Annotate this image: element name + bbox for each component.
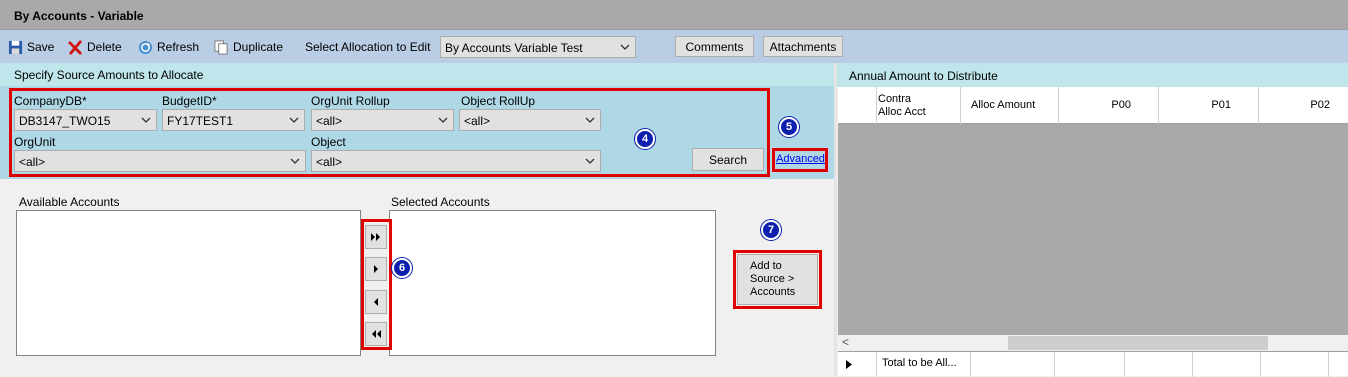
- source-amounts-title: Specify Source Amounts to Allocate: [14, 68, 204, 82]
- window-titlebar: By Accounts - Variable: [0, 0, 1348, 30]
- step-badge-6: 6: [392, 258, 412, 278]
- scroll-left-arrow-icon[interactable]: <: [842, 335, 849, 349]
- duplicate-label: Duplicate: [233, 40, 284, 54]
- total-to-be-allocated-cell: Total to be All...: [876, 352, 970, 377]
- footer-cell: [1260, 352, 1328, 377]
- allocation-select[interactable]: By Accounts Variable Test: [440, 36, 636, 58]
- toolbar: Save Delete Refresh Duplicate Select All…: [0, 30, 1348, 63]
- distribution-grid-header: Contra Alloc Acct Alloc Amount P00 P01 P…: [838, 87, 1348, 124]
- allocation-select-value: By Accounts Variable Test: [445, 41, 583, 55]
- footer-cell: [1124, 352, 1192, 377]
- annual-amount-header: Annual Amount to Distribute: [837, 63, 1348, 87]
- footer-cell: [1054, 352, 1124, 377]
- save-label: Save: [27, 40, 55, 54]
- source-amounts-header: Specify Source Amounts to Allocate: [0, 63, 834, 86]
- selected-accounts-label: Selected Accounts: [391, 195, 490, 209]
- delete-label: Delete: [87, 40, 122, 54]
- refresh-label: Refresh: [157, 40, 200, 54]
- step-badge-7: 7: [761, 220, 781, 240]
- row-header-cell: [838, 87, 876, 124]
- comments-button[interactable]: Comments: [675, 36, 754, 57]
- column-header-p02[interactable]: P02: [1258, 87, 1348, 124]
- footer-cell: [1192, 352, 1260, 377]
- save-button[interactable]: Save: [8, 39, 54, 55]
- refresh-button[interactable]: Refresh: [138, 39, 199, 55]
- column-header-p00[interactable]: P00: [1058, 87, 1158, 124]
- delete-icon: [68, 39, 82, 55]
- filters-highlight-box: [9, 88, 770, 177]
- advanced-link[interactable]: Advanced: [776, 153, 825, 165]
- selected-accounts-list[interactable]: [389, 210, 716, 356]
- select-allocation-label: Select Allocation to Edit: [305, 40, 431, 54]
- duplicate-button[interactable]: Duplicate: [214, 39, 283, 55]
- chevron-down-icon: [620, 44, 630, 50]
- column-header-contra[interactable]: Contra Alloc Acct: [876, 87, 960, 124]
- distribution-grid-footer: Total to be All...: [838, 351, 1348, 377]
- footer-cell: [1328, 352, 1348, 377]
- attachments-button[interactable]: Attachments: [763, 36, 843, 57]
- duplicate-icon: [214, 39, 228, 55]
- save-icon: [8, 40, 23, 54]
- available-accounts-list[interactable]: [16, 210, 361, 356]
- move-buttons-highlight-box: [361, 219, 392, 350]
- add-to-source-accounts-button[interactable]: Add to Source > Accounts: [737, 254, 818, 305]
- step-badge-4: 4: [635, 129, 655, 149]
- column-header-alloc-amount[interactable]: Alloc Amount: [960, 87, 1058, 124]
- window-title: By Accounts - Variable: [14, 9, 144, 23]
- horizontal-scrollbar[interactable]: <: [838, 335, 1348, 351]
- scrollbar-thumb[interactable]: [1008, 336, 1268, 350]
- footer-cell: [970, 352, 1054, 377]
- row-pointer-icon: [846, 360, 852, 369]
- delete-button[interactable]: Delete: [68, 39, 122, 55]
- refresh-icon: [138, 40, 153, 54]
- annual-amount-title: Annual Amount to Distribute: [849, 69, 998, 83]
- distribution-grid-body[interactable]: [838, 124, 1348, 335]
- step-badge-5: 5: [779, 117, 799, 137]
- available-accounts-label: Available Accounts: [19, 195, 120, 209]
- column-header-p01[interactable]: P01: [1158, 87, 1258, 124]
